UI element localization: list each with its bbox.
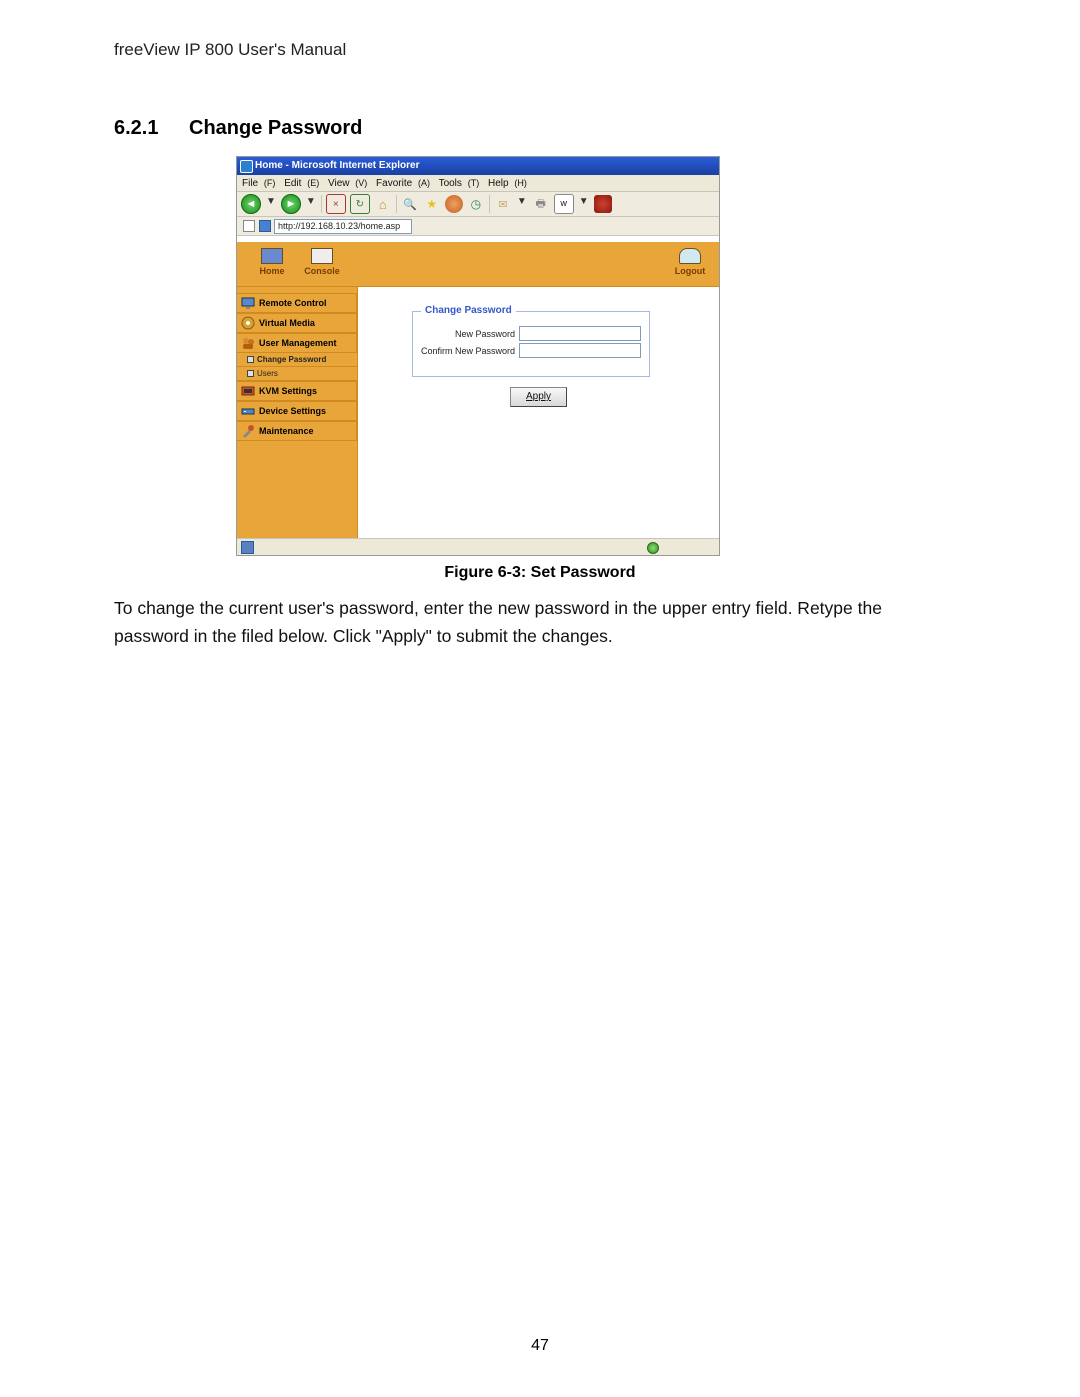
forward-dropdown[interactable]: ▼ <box>306 196 316 207</box>
window-title: Home - Microsoft Internet Explorer <box>255 160 419 171</box>
sidebar-item-virtual-media[interactable]: Virtual Media <box>237 313 357 333</box>
page-content: Home Console Logout Remote Control <box>237 236 719 541</box>
kvm-icon <box>241 384 255 398</box>
window-titlebar: Home - Microsoft Internet Explorer <box>237 157 719 175</box>
new-password-label: New Password <box>455 329 515 339</box>
history-button[interactable]: ◷ <box>467 195 485 213</box>
nav-console[interactable]: Console <box>297 244 347 276</box>
sidebar-item-device-settings[interactable]: Device Settings <box>237 401 357 421</box>
menu-favorite[interactable]: Favorite (A) <box>376 178 433 189</box>
figure-caption: Figure 6-3: Set Password <box>0 564 1080 582</box>
mail-dropdown[interactable]: ▼ <box>517 196 527 207</box>
apply-button[interactable]: Apply <box>510 387 567 407</box>
fieldset-legend: Change Password <box>421 305 516 316</box>
users-icon <box>241 336 255 350</box>
internet-zone-icon <box>647 542 659 554</box>
favorites-button[interactable]: ★ <box>423 195 441 213</box>
sidebar-item-remote-control[interactable]: Remote Control <box>237 293 357 313</box>
bullet-icon <box>247 356 254 363</box>
sidebar-subitem-change-password[interactable]: Change Password <box>237 353 357 367</box>
device-icon <box>241 404 255 418</box>
toolbar: ◄ ▼ ► ▼ × ↻ ⌂ 🔍 ★ ◷ ✉ ▼ 🖶 W ▼ <box>237 192 719 217</box>
back-button[interactable]: ◄ <box>241 194 261 214</box>
monitor-icon <box>241 296 255 310</box>
confirm-password-label: Confirm New Password <box>421 346 515 356</box>
edit-dropdown[interactable]: ▼ <box>579 196 589 207</box>
media-button[interactable] <box>445 195 463 213</box>
body-paragraph: To change the current user's password, e… <box>114 594 946 650</box>
back-dropdown[interactable]: ▼ <box>266 196 276 207</box>
sidebar-item-maintenance[interactable]: Maintenance <box>237 421 357 441</box>
sidebar-item-user-management[interactable]: User Management <box>237 333 357 353</box>
forward-button[interactable]: ► <box>281 194 301 214</box>
address-bar: http://192.168.10.23/home.asp <box>237 217 719 236</box>
status-icon <box>241 541 254 554</box>
sidebar: Remote Control Virtual Media User Manage… <box>237 287 357 547</box>
new-password-input[interactable] <box>519 326 641 341</box>
links-icon <box>243 220 255 232</box>
search-button[interactable]: 🔍 <box>401 195 419 213</box>
nav-home[interactable]: Home <box>247 244 297 276</box>
menu-tools[interactable]: Tools (T) <box>439 178 483 189</box>
refresh-button[interactable]: ↻ <box>350 194 370 214</box>
main-panel: Change Password New Password Confirm New… <box>357 287 719 547</box>
status-bar <box>237 538 719 555</box>
menu-view[interactable]: View (V) <box>328 178 370 189</box>
confirm-password-input[interactable] <box>519 343 641 358</box>
page-number: 47 <box>0 1337 1080 1355</box>
mail-button[interactable]: ✉ <box>494 195 512 213</box>
screenshot: Home - Microsoft Internet Explorer File … <box>236 156 720 556</box>
menu-bar: File (F) Edit (E) View (V) Favorite (A) … <box>237 175 719 192</box>
change-password-fieldset: Change Password New Password Confirm New… <box>412 311 650 377</box>
document-header: freeView IP 800 User's Manual <box>114 40 346 60</box>
home-icon <box>261 248 283 264</box>
home-button[interactable]: ⌂ <box>374 195 392 213</box>
menu-edit[interactable]: Edit (E) <box>284 178 322 189</box>
nav-logout[interactable]: Logout <box>665 244 715 276</box>
menu-help[interactable]: Help (H) <box>488 178 530 189</box>
sidebar-subitem-users[interactable]: Users <box>237 367 357 381</box>
section-number: 6.2.1 <box>114 117 158 140</box>
page-icon <box>259 220 271 232</box>
disk-icon <box>241 316 255 330</box>
console-icon <box>311 248 333 264</box>
bullet-icon <box>247 370 254 377</box>
stop-button[interactable]: × <box>326 194 346 214</box>
wrench-icon <box>241 424 255 438</box>
edit-button[interactable]: W <box>554 194 574 214</box>
sidebar-item-kvm-settings[interactable]: KVM Settings <box>237 381 357 401</box>
messenger-button[interactable] <box>594 195 612 213</box>
menu-file[interactable]: File (F) <box>242 178 278 189</box>
address-url[interactable]: http://192.168.10.23/home.asp <box>274 219 412 234</box>
ie-icon <box>240 160 253 173</box>
section-title: Change Password <box>189 117 362 140</box>
top-nav: Home Console Logout <box>237 242 719 287</box>
logout-icon <box>679 248 701 264</box>
print-button[interactable]: 🖶 <box>532 195 550 213</box>
